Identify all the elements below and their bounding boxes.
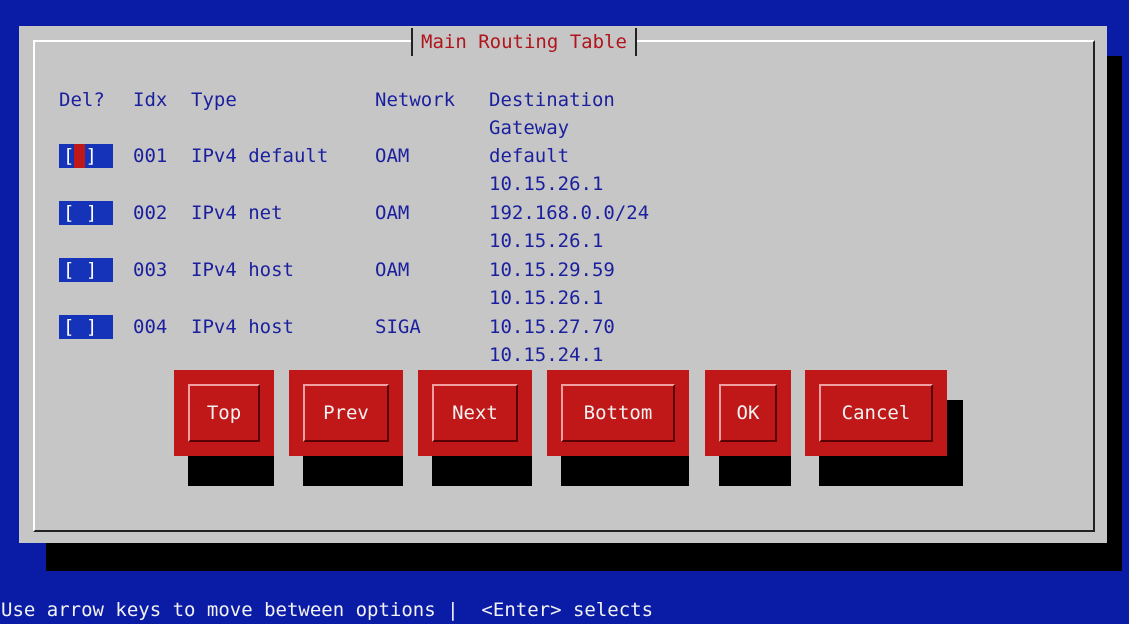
focus-cursor <box>74 144 86 168</box>
row-network: SIGA <box>375 316 421 338</box>
row-gateway: 10.15.26.1 <box>489 173 604 195</box>
row-idx: 003 <box>133 259 168 281</box>
row-destination: 192.168.0.0/24 <box>489 202 650 224</box>
routing-table-dialog: Main Routing Table Del? Idx Type Network… <box>19 26 1107 543</box>
row-gateway: 10.15.24.1 <box>489 344 604 366</box>
column-header-idx: Idx <box>133 89 168 111</box>
column-header-del: Del? <box>59 89 105 111</box>
row-type: IPv4 default <box>191 145 329 167</box>
bottom-button-label: Bottom <box>561 384 675 442</box>
row-idx: 001 <box>133 145 168 167</box>
top-button-label: Top <box>188 384 260 442</box>
row-type: IPv4 host <box>191 316 294 338</box>
cancel-button[interactable]: Cancel <box>805 370 947 456</box>
next-button[interactable]: Next <box>418 370 532 456</box>
top-button[interactable]: Top <box>174 370 274 456</box>
row-destination: 10.15.29.59 <box>489 259 615 281</box>
row-network: OAM <box>375 202 410 224</box>
row-idx: 004 <box>133 316 168 338</box>
row-delete-checkbox[interactable]: [ ] <box>59 315 113 339</box>
checkbox-open-bracket: [ <box>63 145 75 167</box>
row-destination: default <box>489 145 570 167</box>
keyboard-hint: Use arrow keys to move between options |… <box>1 599 654 621</box>
column-header-network: Network <box>375 89 456 111</box>
row-destination: 10.15.27.70 <box>489 316 615 338</box>
row-network: OAM <box>375 145 410 167</box>
row-network: OAM <box>375 259 410 281</box>
row-delete-checkbox[interactable]: [] <box>59 144 113 168</box>
row-idx: 002 <box>133 202 168 224</box>
column-header-gateway: Gateway <box>489 117 570 139</box>
row-delete-checkbox[interactable]: [ ] <box>59 201 113 225</box>
row-gateway: 10.15.26.1 <box>489 287 604 309</box>
next-button-label: Next <box>432 384 518 442</box>
row-gateway: 10.15.26.1 <box>489 230 604 252</box>
column-header-destination: Destination <box>489 89 615 111</box>
prev-button-label: Prev <box>303 384 389 442</box>
row-delete-checkbox[interactable]: [ ] <box>59 258 113 282</box>
dialog-title: Main Routing Table <box>411 28 637 56</box>
row-type: IPv4 net <box>191 202 283 224</box>
row-type: IPv4 host <box>191 259 294 281</box>
bottom-button[interactable]: Bottom <box>547 370 689 456</box>
checkbox-close-bracket: ] <box>85 145 97 167</box>
prev-button[interactable]: Prev <box>289 370 403 456</box>
ok-button[interactable]: OK <box>705 370 791 456</box>
ok-button-label: OK <box>719 384 777 442</box>
cancel-button-label: Cancel <box>819 384 933 442</box>
column-header-type: Type <box>191 89 237 111</box>
